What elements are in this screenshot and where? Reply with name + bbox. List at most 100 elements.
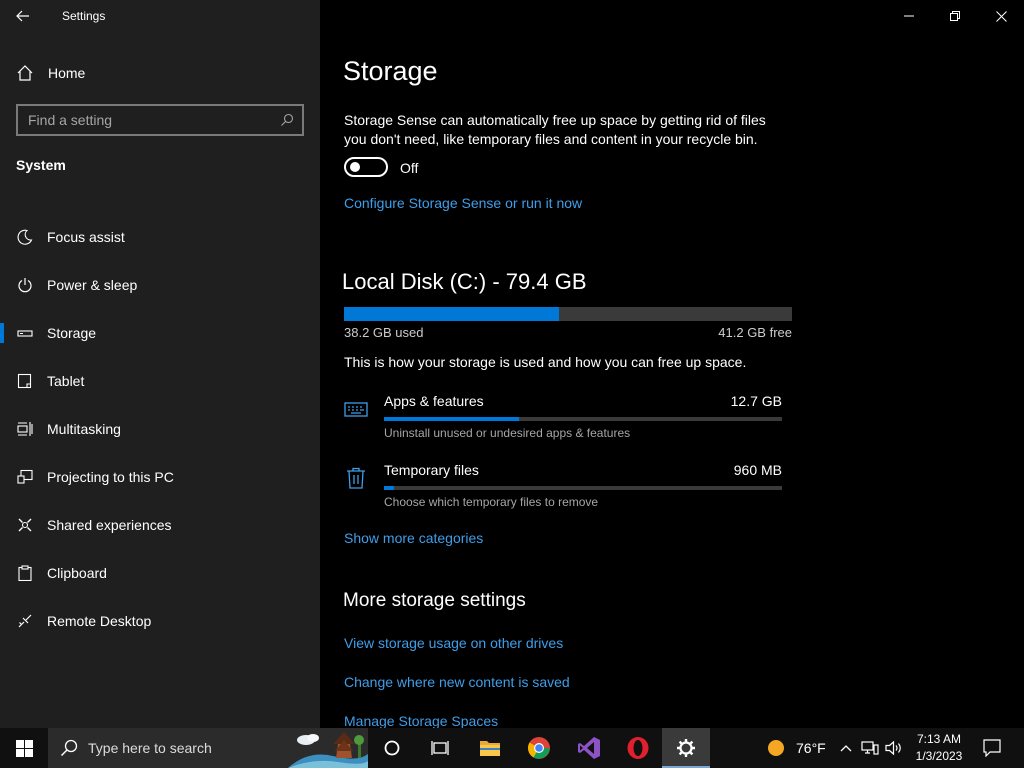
settings-taskbar-button[interactable] — [662, 728, 710, 768]
restore-button[interactable] — [932, 0, 978, 32]
category-usage-fill — [384, 417, 520, 421]
sidebar-item-label: Power & sleep — [47, 277, 138, 293]
volume-button[interactable] — [882, 728, 906, 768]
sidebar-item-label: Shared experiences — [47, 517, 172, 533]
action-center-button[interactable] — [972, 728, 1012, 768]
start-button[interactable] — [0, 728, 48, 768]
minimize-button[interactable] — [886, 0, 932, 32]
storage-sense-description: Storage Sense can automatically free up … — [344, 112, 766, 147]
category-temporary-files[interactable]: Temporary files 960 MB Choose which temp… — [344, 462, 784, 522]
category-description: Choose which temporary files to remove — [384, 495, 599, 509]
windows-logo-icon — [15, 739, 33, 757]
back-arrow-icon — [16, 10, 29, 22]
category-usage-bar — [384, 486, 782, 490]
disk-title: Local Disk (C:) - 79.4 GB — [342, 269, 587, 294]
trash-icon — [344, 466, 368, 490]
sun-icon — [768, 740, 784, 756]
manage-storage-spaces-link[interactable]: Manage Storage Spaces — [344, 713, 498, 728]
task-view-icon — [431, 741, 449, 755]
title-bar: Settings — [0, 0, 320, 32]
restore-icon — [950, 11, 960, 21]
home-nav-item[interactable]: Home — [0, 55, 320, 91]
network-button[interactable] — [858, 728, 882, 768]
category-apps-features[interactable]: Apps & features 12.7 GB Uninstall unused… — [344, 393, 784, 453]
minimize-icon — [904, 15, 914, 17]
sidebar-item-shared-experiences[interactable]: Shared experiences — [0, 505, 320, 545]
sidebar-item-storage[interactable]: Storage — [0, 313, 320, 353]
category-name: Apps & features — [384, 393, 484, 409]
storage-usage-description: This is how your storage is used and how… — [344, 354, 747, 370]
close-icon — [995, 10, 1007, 22]
taskbar-search-box[interactable]: Type here to search — [48, 728, 368, 768]
page-title: Storage — [343, 56, 438, 86]
clock-date: 1/3/2023 — [915, 749, 963, 763]
cortana-circle-icon — [384, 740, 400, 756]
tablet-icon — [16, 372, 34, 390]
speaker-icon — [885, 740, 901, 756]
home-icon — [17, 65, 33, 81]
show-hidden-icons-button[interactable] — [836, 728, 856, 768]
taskbar-clock[interactable]: 7:13 AM 1/3/2023 — [906, 731, 972, 765]
sidebar-item-label: Storage — [47, 325, 97, 341]
search-icon — [60, 739, 78, 757]
remote-desktop-icon — [16, 612, 34, 630]
gear-icon — [677, 739, 695, 757]
sidebar-item-focus-assist[interactable]: Focus assist — [0, 217, 320, 257]
sidebar-item-tablet[interactable]: Tablet — [0, 361, 320, 401]
category-size: 960 MB — [733, 462, 782, 478]
category-usage-bar — [384, 417, 782, 421]
configure-storage-sense-link[interactable]: Configure Storage Sense or run it now — [344, 195, 582, 211]
network-icon — [861, 741, 879, 755]
change-new-content-link[interactable]: Change where new content is saved — [344, 674, 570, 690]
find-setting-search[interactable] — [16, 104, 304, 136]
search-icon[interactable] — [272, 106, 302, 134]
sidebar-item-label: Multitasking — [47, 421, 121, 437]
power-icon — [16, 276, 34, 294]
close-button[interactable] — [978, 0, 1024, 32]
opera-button[interactable] — [614, 728, 662, 768]
disk-free-label: 41.2 GB free — [718, 325, 792, 340]
chrome-button[interactable] — [514, 728, 564, 768]
show-more-categories-link[interactable]: Show more categories — [344, 530, 483, 546]
app-title: Settings — [62, 9, 106, 23]
visual-studio-button[interactable] — [564, 728, 614, 768]
clipboard-icon — [16, 564, 34, 582]
sidebar: Settings Home System Focus assist Power … — [0, 0, 320, 728]
taskbar-search-placeholder: Type here to search — [88, 740, 212, 756]
moon-icon — [16, 228, 34, 246]
sidebar-item-remote-desktop[interactable]: Remote Desktop — [0, 601, 320, 641]
category-description: Uninstall unused or undesired apps & fea… — [384, 426, 631, 440]
task-view-button[interactable] — [416, 728, 464, 768]
keyboard-icon — [344, 397, 368, 421]
sidebar-item-multitasking[interactable]: Multitasking — [0, 409, 320, 449]
category-name: Temporary files — [384, 462, 479, 478]
sidebar-item-label: Focus assist — [47, 229, 125, 245]
section-title: System — [16, 157, 66, 173]
weather-widget[interactable] — [764, 728, 788, 768]
category-usage-fill — [384, 486, 394, 490]
sidebar-item-power-sleep[interactable]: Power & sleep — [0, 265, 320, 305]
shared-experiences-icon — [16, 516, 34, 534]
weather-temperature[interactable]: 76°F — [796, 740, 826, 756]
disk-used-label: 38.2 GB used — [344, 325, 424, 340]
home-label: Home — [48, 65, 86, 81]
file-explorer-button[interactable] — [465, 728, 514, 768]
search-highlight-image-icon — [288, 732, 368, 768]
notifications-icon — [983, 739, 1001, 757]
chrome-icon — [528, 737, 550, 759]
storage-sense-toggle[interactable] — [344, 157, 388, 177]
sidebar-item-label: Clipboard — [47, 565, 107, 581]
sidebar-item-clipboard[interactable]: Clipboard — [0, 553, 320, 593]
sidebar-item-label: Remote Desktop — [47, 613, 152, 629]
view-other-drives-link[interactable]: View storage usage on other drives — [344, 635, 563, 651]
find-setting-input[interactable] — [18, 112, 272, 128]
opera-icon — [627, 737, 649, 759]
cortana-button[interactable] — [368, 728, 416, 768]
sidebar-item-projecting[interactable]: Projecting to this PC — [0, 457, 320, 497]
back-button[interactable] — [0, 0, 46, 32]
storage-sense-toggle-state: Off — [400, 160, 419, 176]
disk-usage-fill — [344, 307, 560, 321]
chevron-up-icon — [840, 745, 852, 752]
sidebar-item-label: Tablet — [47, 373, 85, 389]
projecting-icon — [16, 468, 34, 486]
